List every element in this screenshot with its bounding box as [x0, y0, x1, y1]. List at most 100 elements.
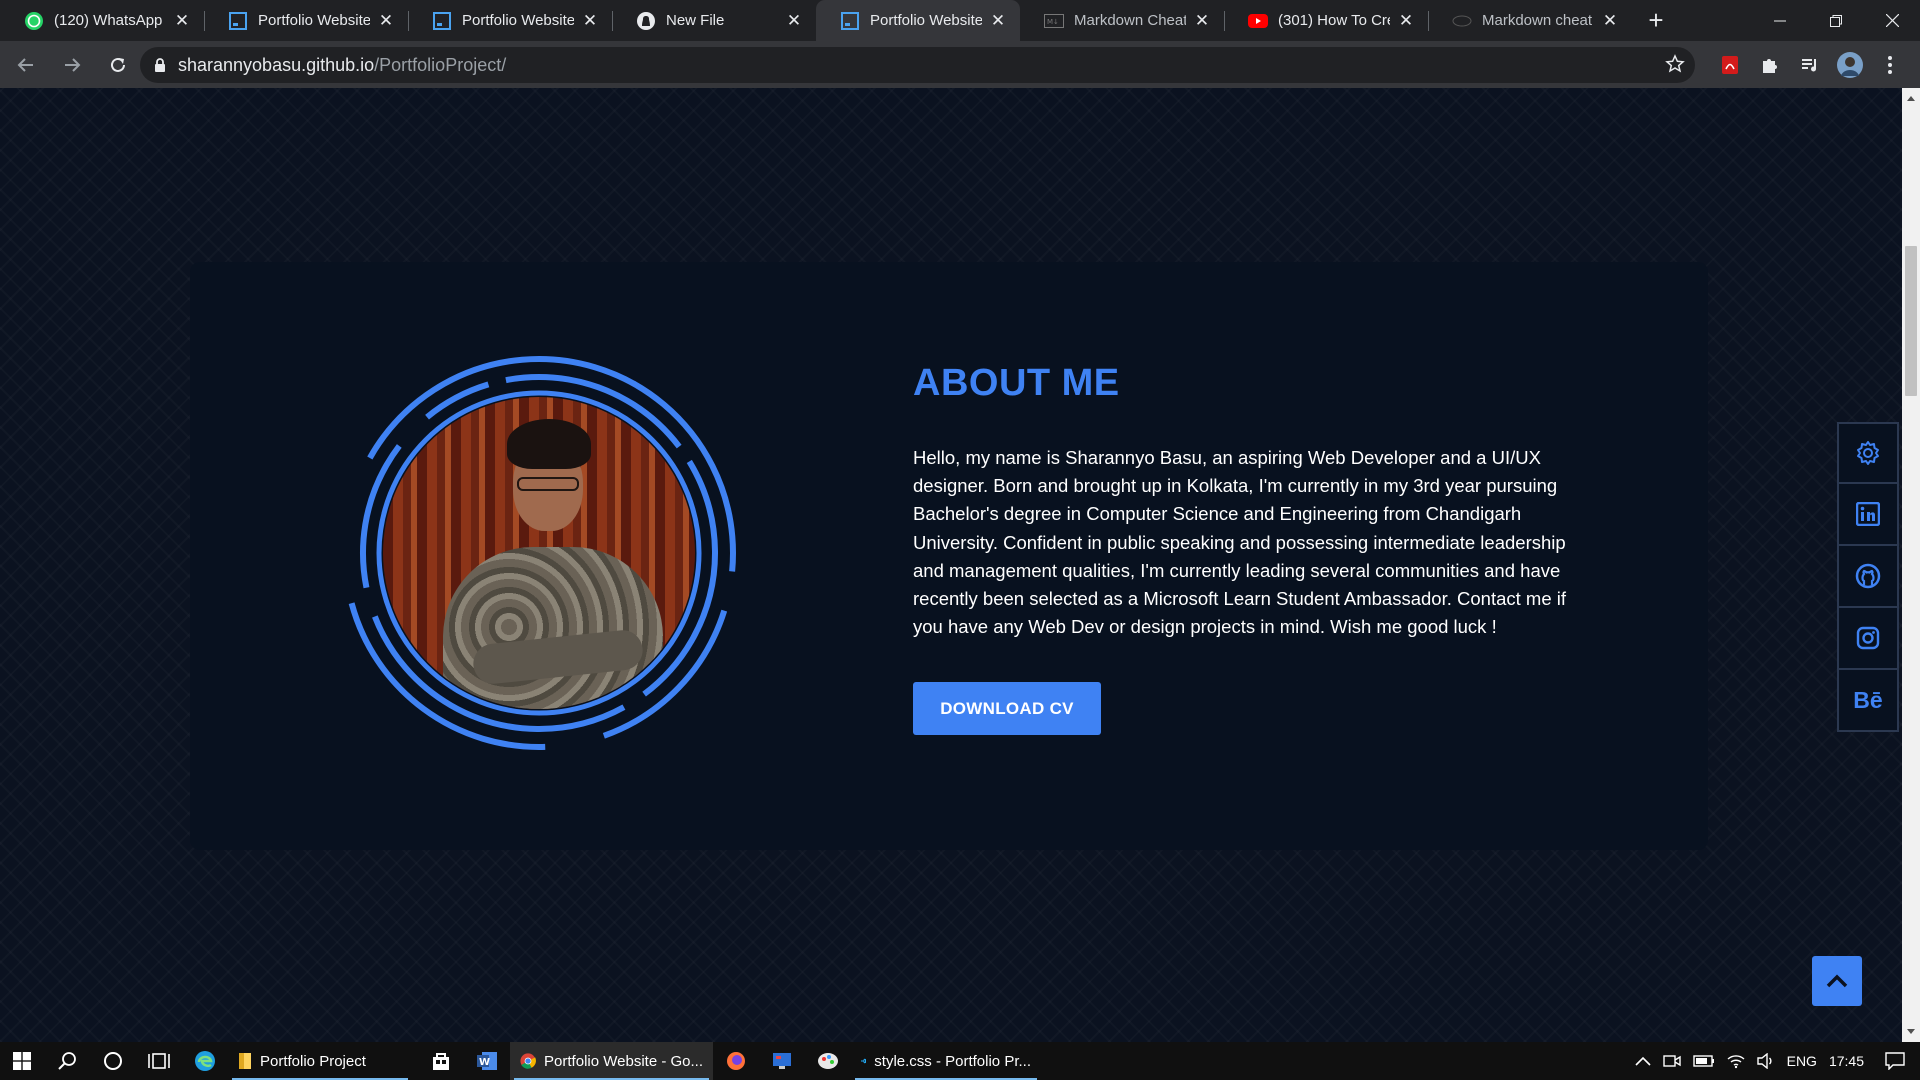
tab-title: Markdown cheat s — [1482, 12, 1594, 29]
paint-taskbar-button[interactable] — [805, 1042, 851, 1080]
close-icon[interactable]: ✕ — [988, 11, 1008, 31]
word-taskbar-button[interactable]: W — [464, 1042, 510, 1080]
edge-icon — [195, 1051, 215, 1071]
close-icon[interactable]: ✕ — [1192, 11, 1212, 31]
close-icon[interactable]: ✕ — [1396, 11, 1416, 31]
tray-clock[interactable]: 17:45 — [1823, 1042, 1870, 1080]
tab-github-new-file[interactable]: New File ✕ — [612, 0, 816, 41]
close-icon[interactable]: ✕ — [1600, 11, 1620, 31]
page-scrollbar[interactable] — [1902, 88, 1920, 1042]
tray-overflow-button[interactable] — [1629, 1042, 1657, 1080]
taskbar-app-label: style.css - Portfolio Pr... — [874, 1052, 1031, 1070]
portfolio-favicon — [432, 11, 452, 31]
close-icon[interactable]: ✕ — [580, 11, 600, 31]
search-button[interactable] — [44, 1042, 90, 1080]
svg-text:M↓: M↓ — [1047, 18, 1059, 26]
tray-language[interactable]: ENG — [1781, 1042, 1823, 1080]
notification-icon — [1885, 1052, 1905, 1070]
youtube-icon — [1248, 11, 1268, 31]
download-cv-button[interactable]: DOWNLOAD CV — [913, 682, 1101, 735]
close-icon[interactable]: ✕ — [376, 11, 396, 31]
scroll-to-top-button[interactable] — [1812, 956, 1862, 1006]
taskbar-app-label: Portfolio Project — [260, 1052, 366, 1070]
close-icon[interactable]: ✕ — [172, 11, 192, 31]
about-paragraph: Hello, my name is Sharannyo Basu, an asp… — [913, 447, 1566, 638]
tab-portfolio-active[interactable]: Portfolio Website ✕ — [816, 0, 1020, 41]
word-icon: W — [477, 1052, 497, 1070]
edge-taskbar-button[interactable] — [182, 1042, 228, 1080]
url-host: sharannyobasu.github.io — [178, 54, 375, 75]
store-taskbar-button[interactable] — [418, 1042, 464, 1080]
page-viewport: ABOUT ME Hello, my name is Sharannyo Bas… — [0, 88, 1902, 1042]
tray-battery-button[interactable] — [1687, 1042, 1721, 1080]
pdf-extension-icon[interactable] — [1710, 47, 1750, 83]
address-bar[interactable]: sharannyobasu.github.io/PortfolioProject… — [140, 47, 1695, 83]
start-button[interactable] — [0, 1042, 44, 1080]
profile-photo-frame — [340, 352, 740, 752]
github-link[interactable] — [1837, 546, 1899, 608]
github-icon — [636, 11, 656, 31]
arrow-left-icon — [17, 57, 33, 72]
firefox-taskbar-button[interactable] — [713, 1042, 759, 1080]
close-window-button[interactable] — [1864, 0, 1920, 41]
social-sidebar: Bē — [1837, 422, 1899, 732]
linkedin-link[interactable] — [1837, 484, 1899, 546]
portfolio-favicon — [840, 11, 860, 31]
media-control-icon[interactable] — [1790, 47, 1830, 83]
tab-markdown-cheat-sheet[interactable]: M↓ Markdown Cheat S ✕ — [1020, 0, 1224, 41]
folder-icon — [239, 1053, 251, 1069]
bookmark-star-icon[interactable] — [1665, 54, 1685, 79]
browser-menu-icon[interactable] — [1870, 47, 1910, 83]
markdown-icon — [1452, 11, 1472, 31]
scroll-up-arrow[interactable] — [1907, 96, 1915, 101]
taskbar-chrome[interactable]: Portfolio Website - Go... — [510, 1042, 713, 1080]
reload-button[interactable] — [98, 45, 138, 85]
battery-icon — [1692, 1055, 1714, 1067]
taskbar-file-explorer[interactable]: Portfolio Project — [228, 1042, 412, 1080]
url-text: sharannyobasu.github.io/PortfolioProject… — [178, 55, 506, 76]
cortana-button[interactable] — [90, 1042, 136, 1080]
url-path: /PortfolioProject/ — [374, 54, 507, 75]
settings-button[interactable] — [1837, 422, 1899, 484]
close-icon[interactable]: ✕ — [784, 11, 804, 31]
reload-icon — [111, 57, 125, 72]
tab-youtube[interactable]: (301) How To Crea ✕ — [1224, 0, 1428, 41]
restore-button[interactable] — [1808, 0, 1864, 41]
tab-portfolio-1[interactable]: Portfolio Website ✕ — [204, 0, 408, 41]
tab-title: Portfolio Website — [870, 12, 982, 29]
new-tab-button[interactable]: + — [1636, 0, 1676, 41]
puzzle-extensions-icon[interactable] — [1750, 47, 1790, 83]
tray-meet-now-button[interactable] — [1657, 1042, 1687, 1080]
chevron-up-icon — [1826, 974, 1848, 988]
chrome-icon — [520, 1053, 536, 1069]
minimize-button[interactable] — [1752, 0, 1808, 41]
tab-whatsapp[interactable]: (120) WhatsApp ✕ — [0, 0, 204, 41]
svg-text:W: W — [479, 1057, 490, 1068]
task-view-button[interactable] — [136, 1042, 182, 1080]
back-button[interactable] — [6, 45, 46, 85]
app-taskbar-button[interactable] — [759, 1042, 805, 1080]
firefox-icon — [727, 1052, 745, 1070]
search-icon — [58, 1052, 76, 1070]
taskbar-vscode[interactable]: style.css - Portfolio Pr... — [851, 1042, 1041, 1080]
tab-title: Portfolio Website — [462, 12, 574, 29]
windows-logo-icon — [13, 1052, 31, 1070]
video-camera-icon — [1662, 1055, 1681, 1067]
action-center-button[interactable] — [1870, 1042, 1920, 1080]
vscode-icon — [861, 1058, 867, 1064]
scrollbar-thumb[interactable] — [1905, 246, 1917, 396]
scroll-down-arrow[interactable] — [1907, 1029, 1915, 1034]
taskbar-app-label: Portfolio Website - Go... — [544, 1052, 703, 1070]
markdown-icon: M↓ — [1044, 11, 1064, 31]
instagram-link[interactable] — [1837, 608, 1899, 670]
tray-wifi-button[interactable] — [1721, 1042, 1751, 1080]
tray-volume-button[interactable] — [1751, 1042, 1781, 1080]
tab-portfolio-2[interactable]: Portfolio Website ✕ — [408, 0, 612, 41]
forward-button[interactable] — [52, 45, 92, 85]
behance-link[interactable]: Bē — [1837, 670, 1899, 732]
tab-title: (301) How To Crea — [1278, 12, 1390, 29]
tab-markdown-cheat-sheet-2[interactable]: Markdown cheat s ✕ — [1428, 0, 1632, 41]
profile-avatar[interactable] — [1830, 47, 1870, 83]
about-section: ABOUT ME Hello, my name is Sharannyo Bas… — [190, 262, 1708, 850]
behance-icon: Bē — [1853, 686, 1883, 713]
